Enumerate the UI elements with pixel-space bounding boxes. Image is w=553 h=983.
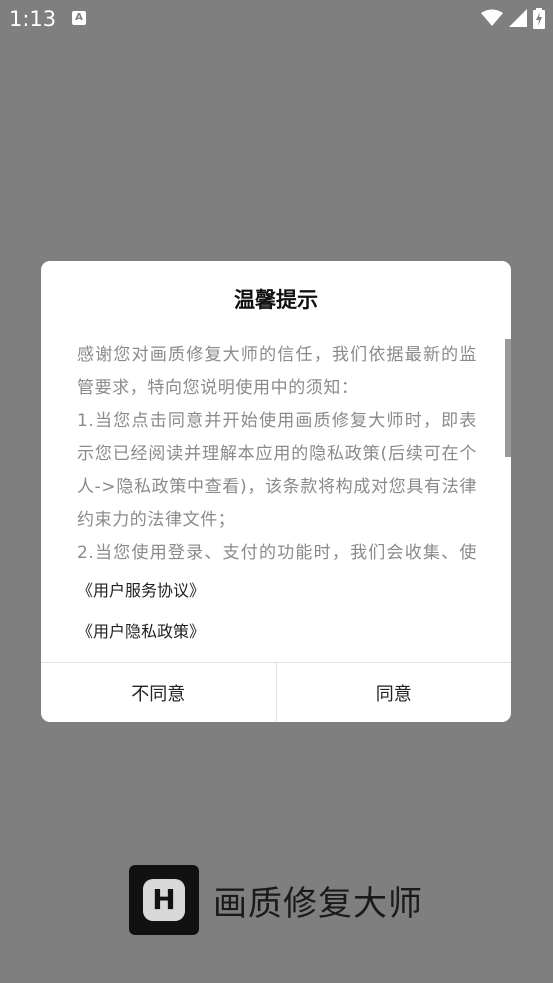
notice-paragraph: 感谢您对画质修复大师的信任，我们依据最新的监管要求，特向您说明使用中的须知：: [77, 345, 477, 398]
dialog-title: 温馨提示: [234, 288, 318, 312]
status-time: 1:13: [9, 7, 57, 31]
status-icons: [481, 7, 545, 29]
notice-scrollbar[interactable]: [505, 339, 511, 457]
notice-text: 感谢您对画质修复大师的信任，我们依据最新的监管要求，特向您说明使用中的须知： 1…: [77, 339, 477, 563]
notice-scroll-area[interactable]: 感谢您对画质修复大师的信任，我们依据最新的监管要求，特向您说明使用中的须知： 1…: [41, 333, 511, 563]
privacy-policy-link[interactable]: 《用户隐私政策》: [77, 621, 205, 643]
notice-paragraph: 2.当您使用登录、支付的功能时，我们会收集、使用您的相关信息。: [77, 543, 477, 563]
disagree-button[interactable]: 不同意: [41, 663, 277, 722]
privacy-dialog: 温馨提示 感谢您对画质修复大师的信任，我们依据最新的监管要求，特向您说明使用中的…: [41, 261, 511, 722]
agree-button[interactable]: 同意: [277, 663, 512, 722]
status-bar: 1:13 A: [0, 0, 553, 38]
battery-charging-icon: [533, 7, 545, 29]
logo-letter: H: [143, 879, 185, 921]
notice-paragraph: 1.当您点击同意并开始使用画质修复大师时，即表示您已经阅读并理解本应用的隐私政策…: [77, 411, 477, 530]
dialog-button-row: 不同意 同意: [41, 662, 511, 722]
brand-name: 画质修复大师: [213, 883, 423, 924]
service-agreement-link[interactable]: 《用户服务协议》: [77, 580, 205, 602]
app-notification-icon: A: [72, 11, 86, 25]
app-logo: H: [129, 865, 199, 935]
signal-icon: [509, 9, 527, 27]
wifi-icon: [481, 9, 503, 26]
brand: H 画质修复大师: [129, 865, 423, 935]
